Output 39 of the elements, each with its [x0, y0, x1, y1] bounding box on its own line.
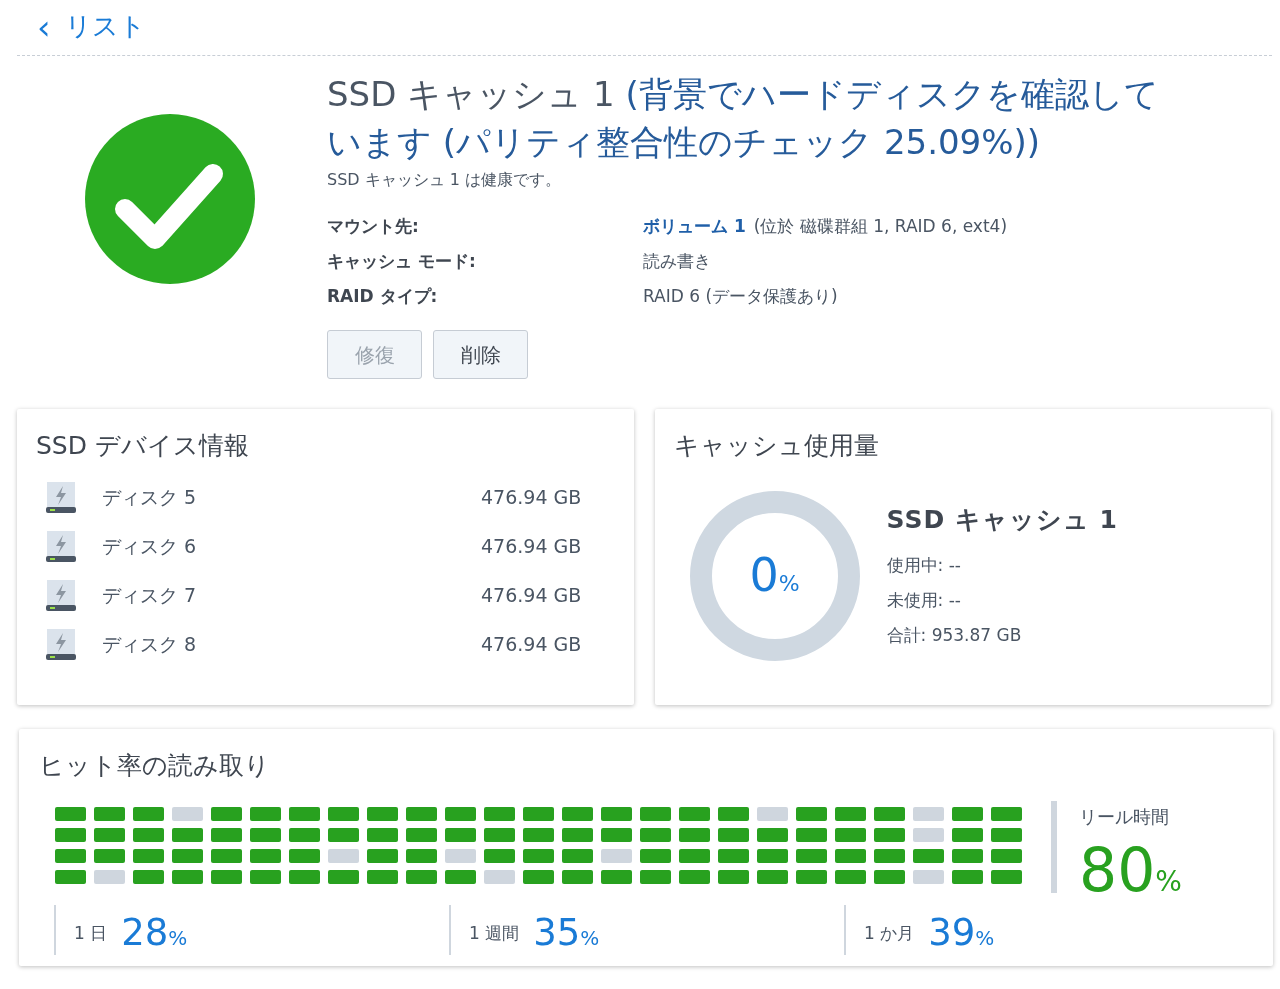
usage-line: 使用中: --: [886, 554, 962, 577]
usage-line: 合計: 953.87 GB: [886, 624, 1023, 647]
detail-label: マウント先:: [327, 215, 420, 238]
stat-value: 28%: [121, 913, 188, 951]
realtime-value: 80%: [1079, 839, 1182, 900]
cache-name: SSD キャッシュ 1: [886, 503, 1118, 536]
ssd-drive-icon: [46, 628, 76, 661]
disk-name: ディスク 6: [102, 534, 198, 560]
card-title: SSD デバイス情報: [36, 430, 250, 462]
disk-size: 476.94 GB: [481, 534, 582, 560]
disk-size: 476.94 GB: [481, 583, 582, 609]
detail-value: RAID 6 (データ保護あり): [643, 285, 838, 308]
stat-value: 35%: [533, 913, 600, 951]
detail-value: (位於 磁碟群組 1, RAID 6, ext4): [753, 215, 1008, 238]
stat-label: 1 日: [74, 922, 108, 945]
disk-name: ディスク 8: [102, 632, 198, 658]
disk-name: ディスク 5: [102, 485, 198, 511]
stat-label: 1 か月: [864, 922, 915, 945]
disk-name: ディスク 7: [102, 583, 198, 609]
disk-size: 476.94 GB: [481, 632, 582, 658]
ssd-drive-icon: [46, 530, 76, 563]
disk-size: 476.94 GB: [481, 485, 582, 511]
detail-label: RAID タイプ:: [327, 285, 439, 308]
usage-percent: 0%: [749, 547, 800, 604]
stat-value: 39%: [928, 913, 995, 951]
detail-label: キャッシュ モード:: [327, 250, 477, 273]
page-title: SSD キャッシュ 1 (背景でハードディスクを確認しています (パリティ整合性のチェック 25.09%)): [327, 73, 1160, 164]
card-title: ヒット率の読み取り: [39, 750, 271, 782]
volume-link[interactable]: ボリューム 1: [643, 214, 746, 238]
ssd-drive-icon: [46, 481, 76, 514]
card-title: キャッシュ使用量: [673, 430, 880, 462]
realtime-label: リール時間: [1079, 804, 1170, 829]
ssd-drive-icon: [46, 579, 76, 612]
detail-value: 読み書き: [643, 250, 711, 273]
back-link[interactable]: ‹ リスト: [17, 7, 146, 48]
health-text: SSD キャッシュ 1 は健康です。: [327, 169, 563, 191]
stat-label: 1 週間: [469, 922, 520, 945]
action-button[interactable]: 削除: [433, 330, 528, 379]
usage-line: 未使用: --: [886, 589, 962, 612]
